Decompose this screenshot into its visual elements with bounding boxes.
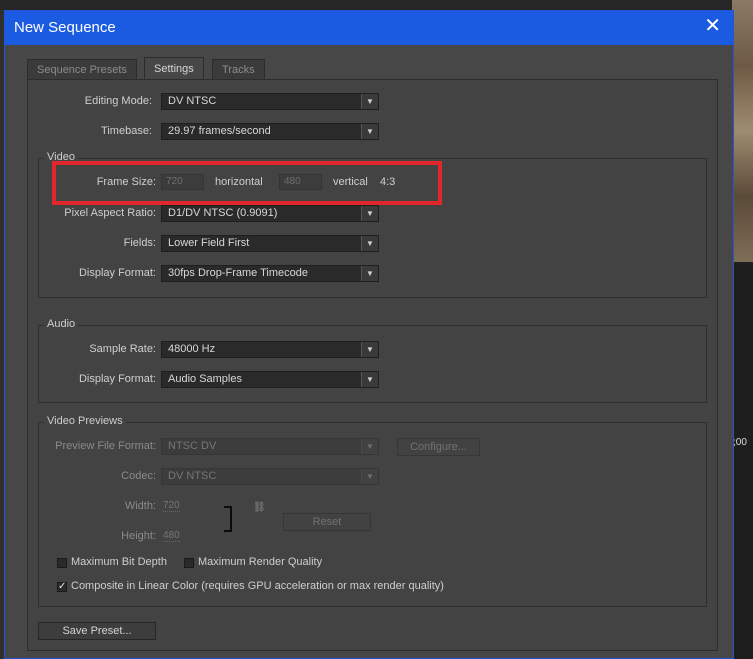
- codec-label: Codec:: [121, 470, 156, 482]
- sample-rate-label: Sample Rate:: [89, 343, 156, 355]
- fields-label: Fields:: [123, 237, 156, 249]
- chevron-down-icon: ▼: [361, 266, 378, 281]
- fields-value: Lower Field First: [168, 237, 250, 249]
- new-sequence-dialog: New Sequence ✕ Sequence Presets Settings…: [4, 10, 734, 659]
- audio-display-format-label: Display Format:: [78, 373, 156, 385]
- dialog-title: New Sequence: [14, 19, 116, 36]
- chevron-down-icon: ▼: [361, 342, 378, 357]
- pixel-aspect-ratio-label: Pixel Aspect Ratio:: [64, 207, 156, 219]
- tab-settings[interactable]: Settings: [144, 57, 204, 80]
- link-icon[interactable]: ⛓: [253, 502, 266, 513]
- max-render-quality-checkbox[interactable]: [184, 558, 194, 568]
- max-render-quality-label: Maximum Render Quality: [198, 556, 323, 568]
- audio-display-format-value: Audio Samples: [168, 373, 242, 385]
- max-bit-depth-label: Maximum Bit Depth: [71, 556, 167, 568]
- preview-width-label: Width:: [124, 500, 156, 512]
- editing-mode-label: Editing Mode:: [84, 95, 152, 107]
- reset-button[interactable]: Reset: [283, 513, 371, 531]
- video-previews-group-title: Video Previews: [44, 415, 126, 427]
- video-display-format-dropdown[interactable]: 30fps Drop-Frame Timecode ▼: [161, 265, 379, 282]
- sample-rate-value: 48000 Hz: [168, 343, 216, 355]
- preview-height-label: Height:: [121, 530, 156, 542]
- audio-group: [38, 325, 707, 403]
- pixel-aspect-ratio-dropdown[interactable]: D1/DV NTSC (0.9091) ▼: [161, 205, 379, 222]
- preview-file-format-value: NTSC DV: [168, 440, 217, 452]
- chevron-down-icon: ▼: [361, 439, 378, 454]
- video-display-format-label: Display Format:: [78, 267, 156, 279]
- background-toolbar: [0, 0, 753, 10]
- chevron-down-icon: ▼: [361, 469, 378, 484]
- chevron-down-icon: ▼: [361, 124, 378, 139]
- editing-mode-value: DV NTSC: [168, 95, 217, 107]
- tab-sequence-presets[interactable]: Sequence Presets: [27, 59, 137, 79]
- timebase-dropdown[interactable]: 29.97 frames/second ▼: [161, 123, 379, 140]
- background-video-preview: [732, 0, 753, 262]
- codec-dropdown[interactable]: DV NTSC ▼: [161, 468, 379, 485]
- title-bar[interactable]: New Sequence ✕: [5, 11, 733, 45]
- configure-button[interactable]: Configure...: [397, 438, 480, 456]
- tab-tracks[interactable]: Tracks: [212, 59, 265, 79]
- composite-linear-color-label: Composite in Linear Color (requires GPU …: [71, 580, 444, 592]
- close-icon[interactable]: ✕: [704, 16, 721, 36]
- codec-value: DV NTSC: [168, 470, 217, 482]
- checkmark-icon: ✓: [58, 581, 67, 592]
- fields-dropdown[interactable]: Lower Field First ▼: [161, 235, 379, 252]
- editing-mode-dropdown[interactable]: DV NTSC ▼: [161, 93, 379, 110]
- preview-height-value[interactable]: 480: [163, 530, 180, 542]
- link-bracket: [224, 506, 232, 532]
- chevron-down-icon: ▼: [361, 372, 378, 387]
- chevron-down-icon: ▼: [361, 236, 378, 251]
- chevron-down-icon: ▼: [361, 206, 378, 221]
- composite-linear-color-checkbox[interactable]: ✓: [57, 582, 67, 592]
- timebase-value: 29.97 frames/second: [168, 125, 271, 137]
- audio-display-format-dropdown[interactable]: Audio Samples ▼: [161, 371, 379, 388]
- chevron-down-icon: ▼: [361, 94, 378, 109]
- audio-group-title: Audio: [44, 318, 79, 330]
- preview-width-value[interactable]: 720: [163, 500, 180, 512]
- video-display-format-value: 30fps Drop-Frame Timecode: [168, 267, 308, 279]
- background-timeline: [732, 262, 753, 659]
- frame-size-highlight-annotation: [52, 161, 442, 205]
- save-preset-button[interactable]: Save Preset...: [38, 622, 156, 640]
- background-timecode: ;00: [733, 437, 747, 448]
- timebase-label: Timebase:: [101, 125, 152, 137]
- pixel-aspect-ratio-value: D1/DV NTSC (0.9091): [168, 207, 278, 219]
- preview-file-format-label: Preview File Format:: [55, 440, 156, 452]
- preview-file-format-dropdown[interactable]: NTSC DV ▼: [161, 438, 379, 455]
- sample-rate-dropdown[interactable]: 48000 Hz ▼: [161, 341, 379, 358]
- max-bit-depth-checkbox[interactable]: [57, 558, 67, 568]
